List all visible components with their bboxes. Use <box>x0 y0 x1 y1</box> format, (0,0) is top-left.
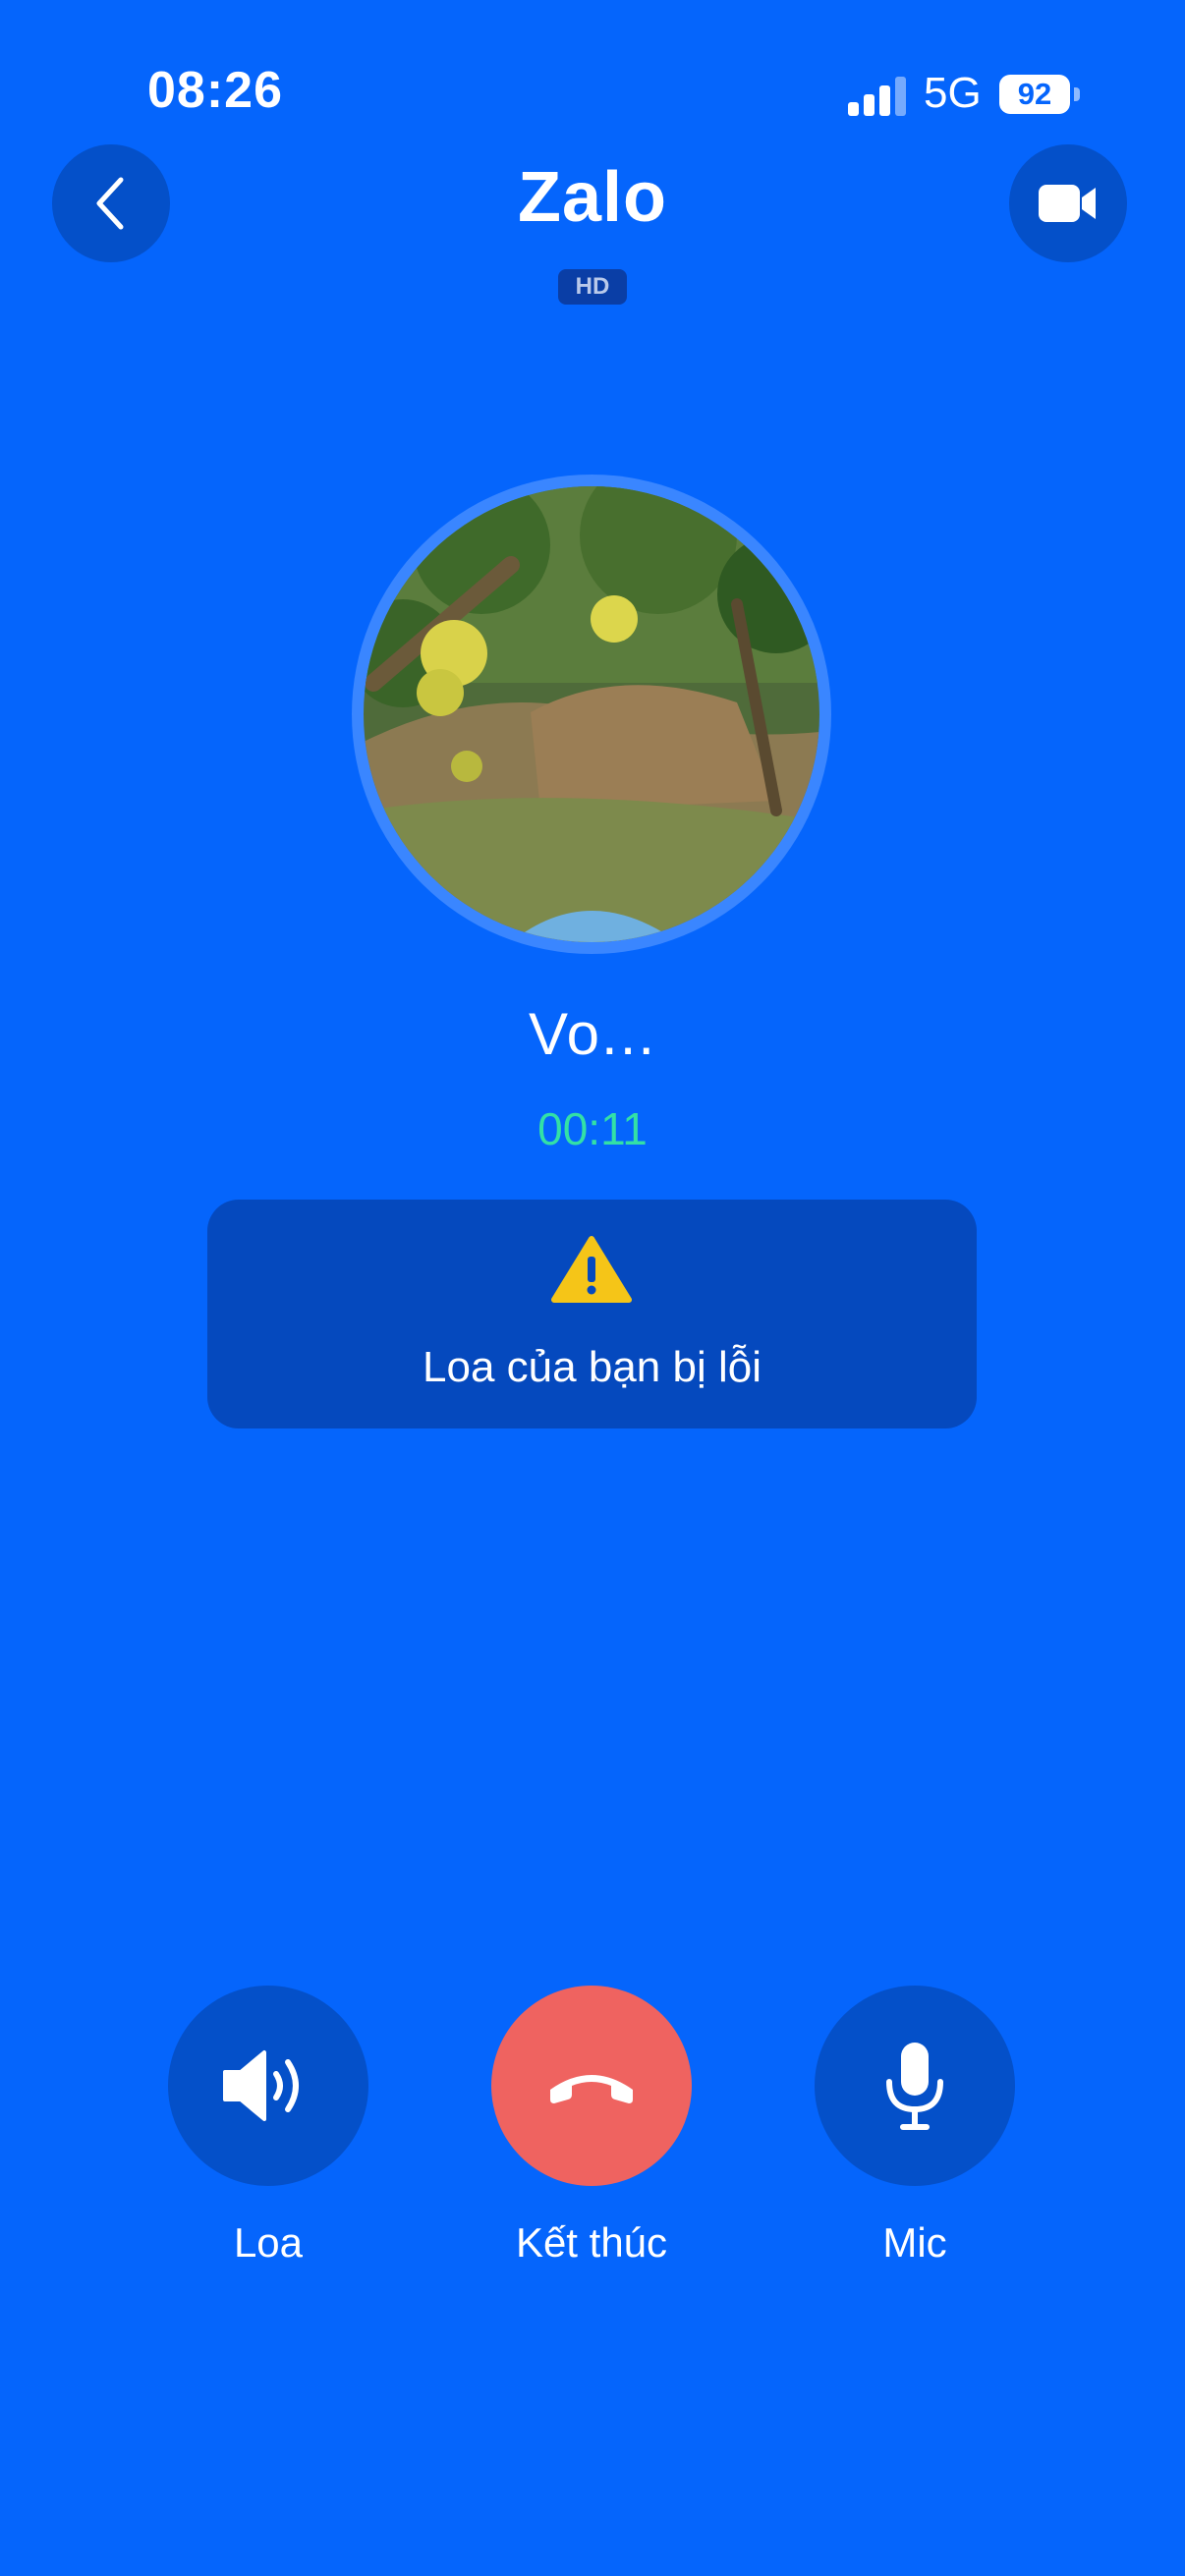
speaker-label: Loa <box>233 2219 304 2266</box>
app-title: Zalo <box>517 158 667 237</box>
microphone-icon <box>886 2043 943 2130</box>
speaker-icon <box>223 2050 299 2121</box>
cellular-signal-icon <box>848 77 907 116</box>
battery-tip <box>1074 87 1080 101</box>
warning-message: Loa của bạn bị lỗi <box>423 1343 762 1391</box>
video-call-button[interactable] <box>1009 144 1127 262</box>
video-camera-icon <box>1039 185 1096 222</box>
caller-name: Vo... <box>528 1001 657 1067</box>
warning-triangle-icon <box>551 1236 632 1303</box>
hd-badge: HD <box>558 269 627 305</box>
caller-avatar <box>364 486 819 942</box>
mic-button[interactable] <box>815 1986 1015 2186</box>
battery-indicator: 92 <box>999 75 1070 114</box>
network-type: 5G <box>924 69 982 117</box>
speaker-error-card: Loa của bạn bị lỗi <box>207 1200 977 1428</box>
call-duration: 00:11 <box>537 1103 648 1154</box>
hang-up-phone-icon <box>550 2075 633 2103</box>
chevron-left-icon <box>96 177 124 230</box>
back-button[interactable] <box>52 144 170 262</box>
end-call-button[interactable] <box>491 1986 692 2186</box>
status-time: 08:26 <box>147 62 283 119</box>
mic-label: Mic <box>882 2219 947 2266</box>
end-call-label: Kết thúc <box>515 2219 668 2266</box>
speaker-button[interactable] <box>168 1986 368 2186</box>
